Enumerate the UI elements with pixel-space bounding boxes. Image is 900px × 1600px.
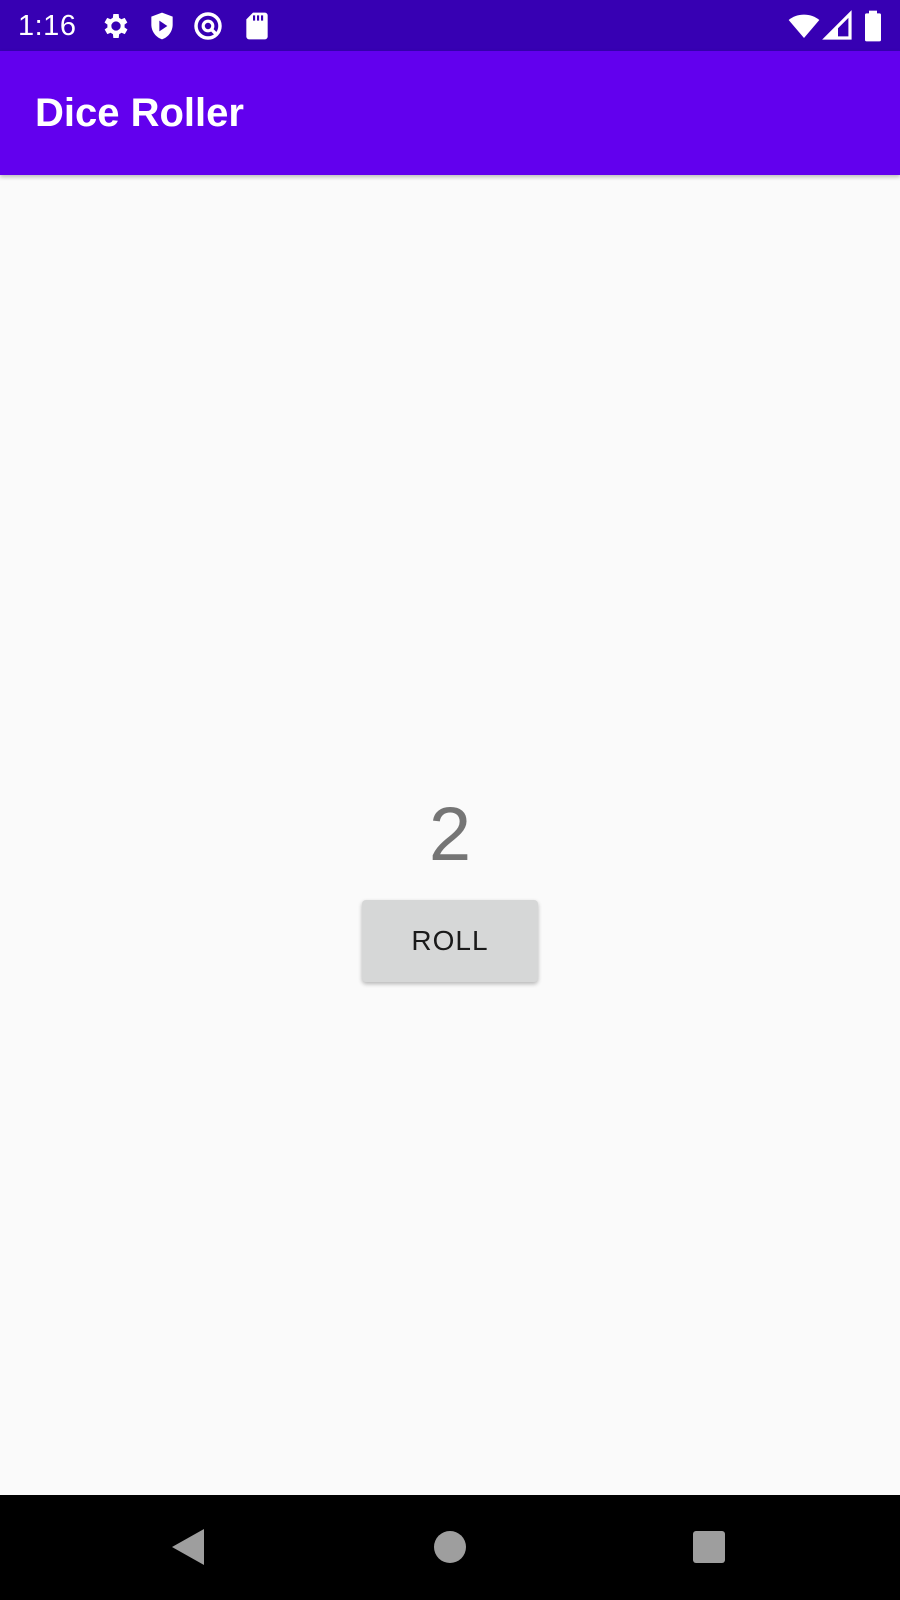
accessibility-icon (192, 10, 224, 42)
navigation-bar (0, 1495, 900, 1600)
gear-icon (100, 10, 132, 42)
home-icon[interactable] (420, 1517, 480, 1577)
dice-result-text: 2 (428, 792, 472, 877)
back-icon[interactable] (158, 1517, 218, 1577)
recents-icon[interactable] (678, 1517, 738, 1577)
app-screen: 1:16 Dice Roller 2 ROLL (0, 0, 900, 1600)
wifi-icon (786, 10, 822, 42)
status-time: 1:16 (18, 10, 77, 42)
shield-play-icon (146, 10, 178, 42)
app-title: Dice Roller (35, 91, 244, 135)
app-bar: Dice Roller (0, 51, 900, 175)
roll-button[interactable]: ROLL (362, 900, 538, 982)
status-bar: 1:16 (0, 0, 900, 51)
battery-icon (862, 10, 884, 42)
cell-signal-icon (822, 10, 854, 42)
sd-card-icon (241, 10, 273, 42)
